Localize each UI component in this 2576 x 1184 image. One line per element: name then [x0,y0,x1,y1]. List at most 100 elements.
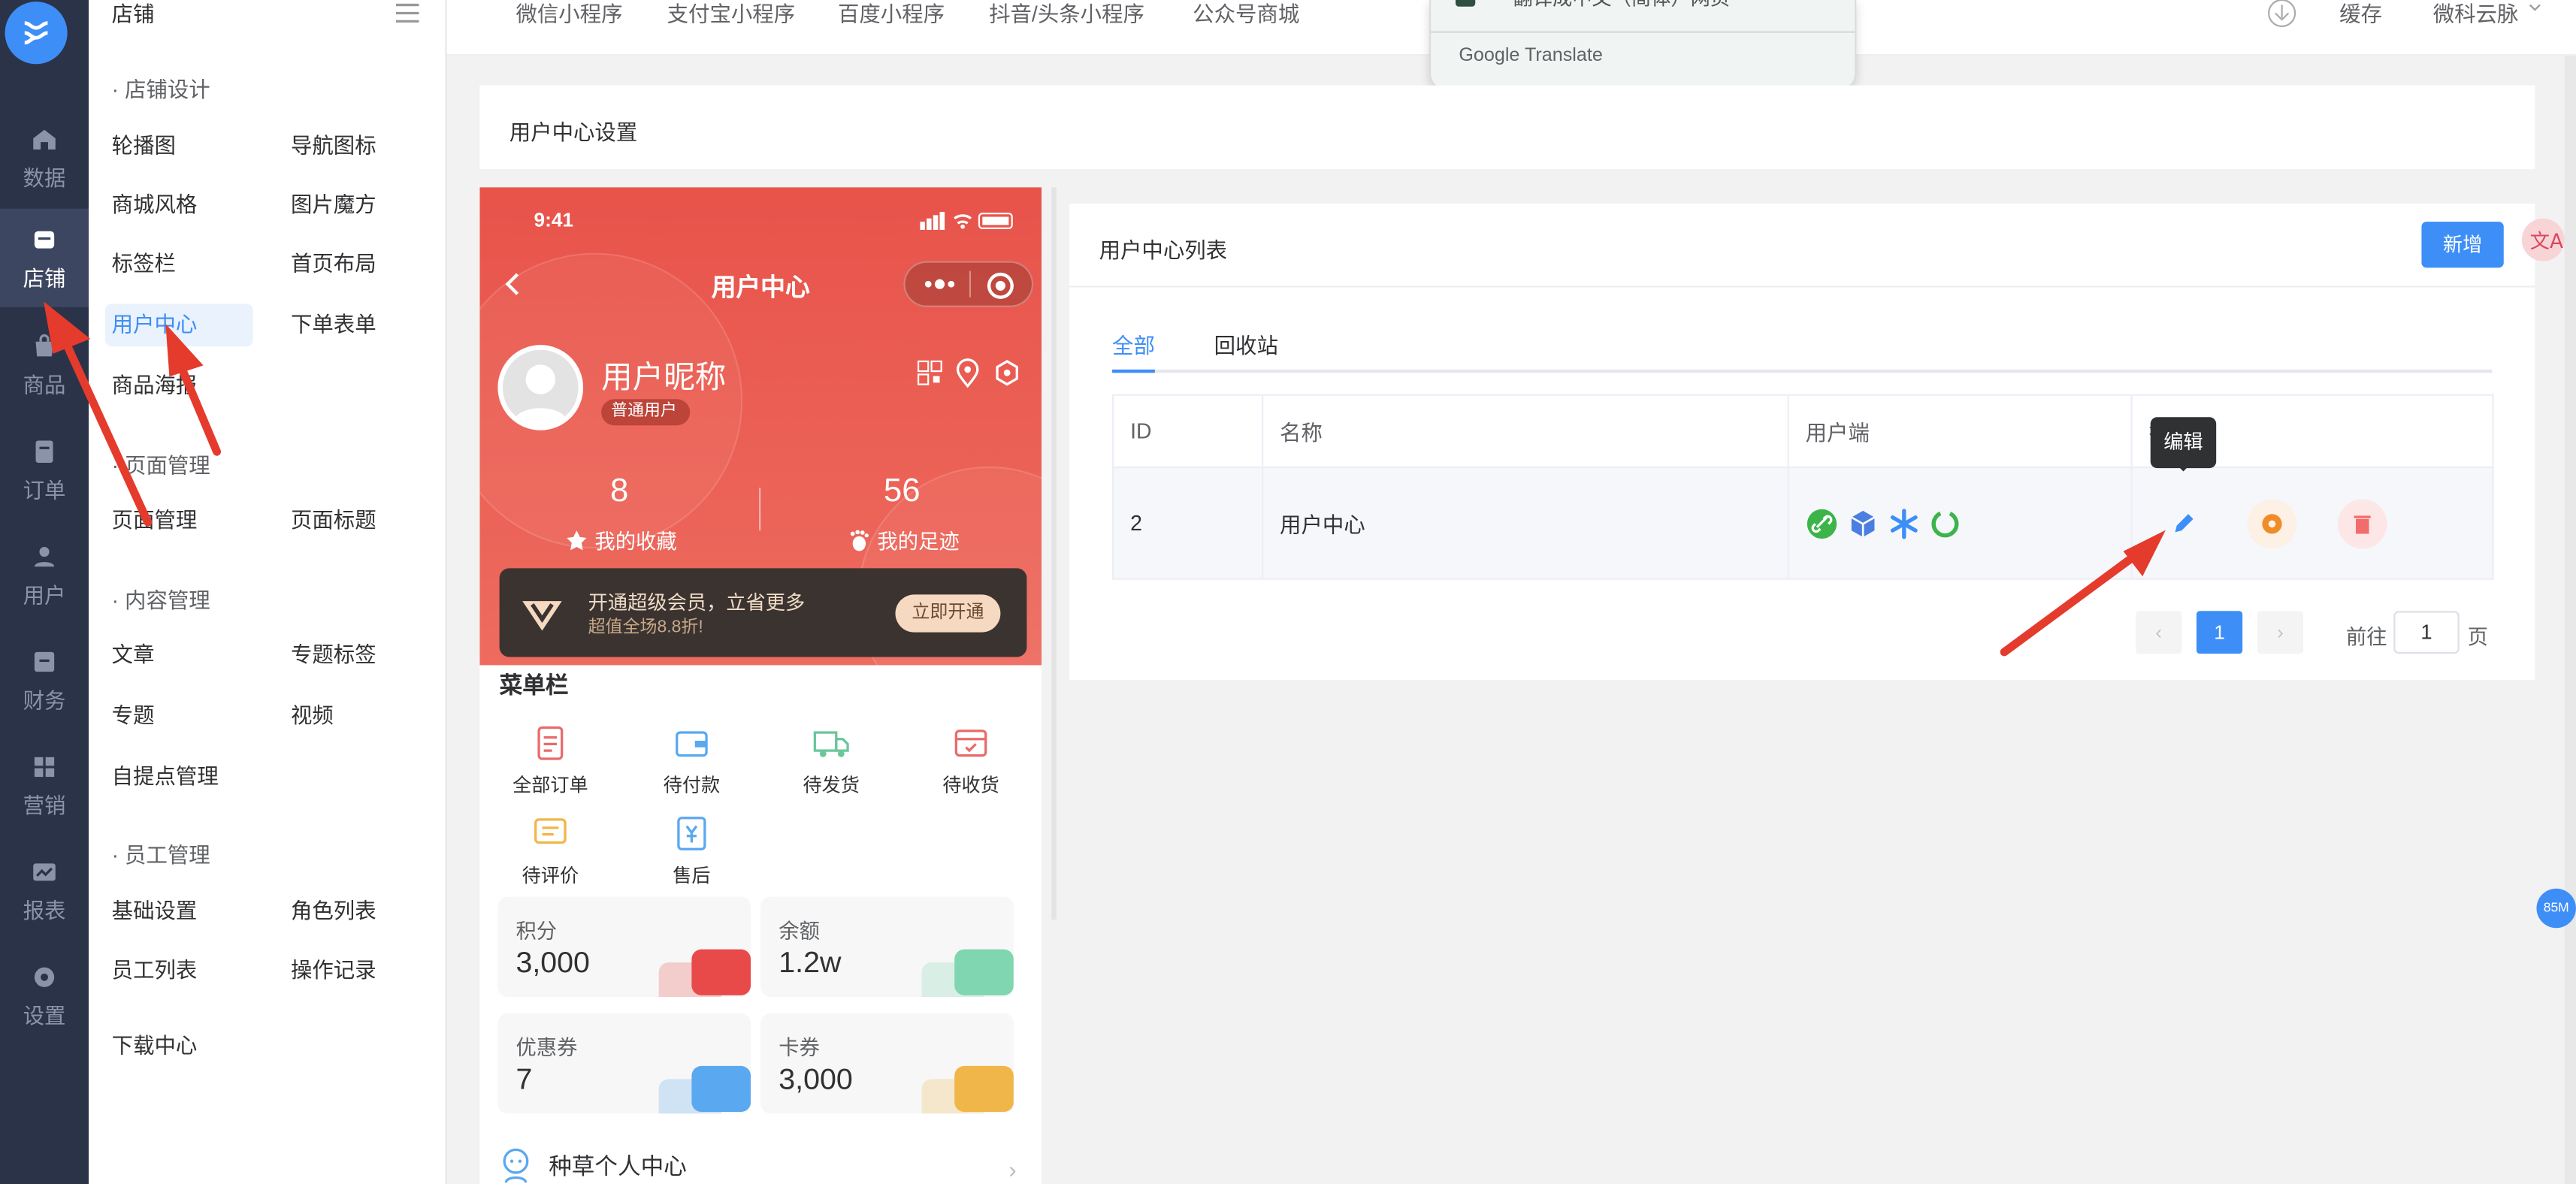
scrollbar[interactable] [2564,56,2576,1184]
edit-button[interactable] [2159,499,2209,548]
panel-resizer[interactable] [1051,187,1057,920]
menu-item-label: 待发货 [803,777,860,797]
marketing-icon [34,756,55,776]
menu-link-user-center[interactable]: 用户中心 [104,304,253,347]
checkbox-icon[interactable] [1455,0,1476,7]
delete-button[interactable] [2338,498,2388,548]
rail-item-marketing[interactable]: 营销 [0,735,89,834]
menu-link-magic[interactable]: 图片魔方 [284,184,382,227]
menu-item-after-sale[interactable]: 售后 [621,813,762,889]
app-logo[interactable] [5,2,68,65]
menu-link-order-form[interactable]: 下单表单 [284,304,382,346]
footprint-link[interactable]: 我的足迹 [848,524,960,555]
add-button[interactable]: 新增 [2421,222,2504,268]
topnav-tab-alipay[interactable]: 支付宝小程序 [667,0,796,28]
topnav-tab-douyin[interactable]: 抖音/头条小程序 [989,0,1144,28]
gear-icon [2261,513,2281,533]
more-dots-icon[interactable] [921,276,957,292]
tab-recycle-bin[interactable]: 回收站 [1214,328,1278,373]
asset-card-coupons[interactable]: 优惠券 7 [497,1013,751,1114]
asset-card-label: 卡券 [779,1036,820,1060]
vip-subline: 超值全场8.8折! [588,618,703,638]
topnav-tab-official[interactable]: 公众号商城 [1193,0,1299,28]
menu-item-pending-receive[interactable]: 待收货 [900,723,1042,799]
vip-open-button[interactable]: 立即开通 [895,594,1001,633]
status-icons [920,212,1013,231]
favorites-link[interactable]: 我的收藏 [565,524,677,555]
menu-item-pending-review[interactable]: 待评价 [479,813,621,889]
avatar[interactable] [497,345,584,430]
menu-item-all-orders[interactable]: 全部订单 [479,723,621,799]
rail-item-data[interactable]: 数据 [0,108,89,207]
comment-icon [534,818,567,844]
translate-icon[interactable]: 文A [2521,218,2565,261]
rail-item-settings[interactable]: 设置 [0,946,89,1044]
cache-button[interactable]: 缓存 [2339,0,2382,28]
menu-item-pending-pay[interactable]: 待付款 [621,723,762,799]
menu-link-poster[interactable]: 商品海报 [105,364,204,407]
menu-link-topic[interactable]: 专题 [105,695,161,738]
menu-collapse-icon[interactable] [395,0,421,26]
settings-button[interactable] [2246,498,2296,548]
menu-link-style[interactable]: 商城风格 [105,184,204,227]
asset-card-points[interactable]: 积分 3,000 [497,896,751,998]
wechat-link-icon [1807,508,1837,538]
menu-link-page-title[interactable]: 页面标题 [284,500,382,542]
page-header: 用户中心设置 [479,85,2535,170]
rail-item-users[interactable]: 用户 [0,526,89,624]
menu-item-pending-ship[interactable]: 待发货 [760,723,902,799]
clipboard-icon [537,726,564,760]
tab-all[interactable]: 全部 [1112,328,1155,373]
user-center-table: ID 名称 用户端 操作 2 用户中心 [1112,394,2494,580]
rail-item-label: 订单 [23,477,66,502]
vip-crown-icon [522,601,562,631]
vip-banner[interactable]: 开通超级会员，立省更多 超值全场8.8折! 立即开通 [499,568,1027,657]
menu-link-op-log[interactable]: 操作记录 [284,950,382,992]
asset-card-value: 7 [516,1062,533,1096]
mini-program-capsule[interactable] [903,261,1034,307]
ticket-icon [954,1065,1014,1113]
rail-item-reports[interactable]: 报表 [0,841,89,939]
topnav-tab-baidu[interactable]: 百度小程序 [838,0,945,28]
menu-link-home-layout[interactable]: 首页布局 [284,243,382,286]
menu-link-carousel[interactable]: 轮播图 [105,125,183,168]
chevron-down-icon[interactable] [2526,0,2543,17]
rail-item-label: 商品 [23,372,66,397]
grow-center-link[interactable]: 种草个人中心 [500,1148,687,1184]
box-check-icon [954,729,987,757]
goto-page-input[interactable]: 1 [2393,611,2460,654]
prev-page-button[interactable]: ‹ [2136,611,2182,654]
menu-link-roles[interactable]: 角色列表 [284,890,382,933]
rail-item-goods[interactable]: 商品 [0,316,89,414]
account-name[interactable]: 微科云脉 [2433,0,2519,28]
asset-card-cards[interactable]: 卡券 3,000 [760,1013,1014,1114]
page-suffix-label: 页 [2467,625,2489,649]
header-action-icons[interactable] [917,358,1022,391]
favorites-label: 我的收藏 [594,530,677,554]
rail-item-store[interactable]: 店铺 [0,208,89,307]
menu-item-label: 待收货 [942,777,999,797]
vip-headline: 开通超级会员，立省更多 [588,591,806,615]
menu-link-nav-icon[interactable]: 导航图标 [284,125,382,168]
menu-link-pickup[interactable]: 自提点管理 [105,756,225,799]
translate-option[interactable]: 翻译成中文（简体）网页 [1513,0,1730,11]
menu-link-staff-list[interactable]: 员工列表 [105,950,204,992]
menu-link-page-manage[interactable]: 页面管理 [105,500,204,542]
bag-icon [35,333,53,356]
close-target-icon[interactable] [986,271,1015,301]
memory-badge[interactable]: 85M [2536,888,2576,929]
menu-link-tabbar[interactable]: 标签栏 [105,243,183,286]
menu-link-article[interactable]: 文章 [105,634,161,677]
rail-item-orders[interactable]: 订单 [0,421,89,519]
next-page-button[interactable]: › [2257,611,2304,654]
menu-link-basic[interactable]: 基础设置 [105,890,204,933]
topnav-tab-wechat[interactable]: 微信小程序 [516,0,622,28]
menu-link-download[interactable]: 下载中心 [105,1025,204,1068]
menu-link-video[interactable]: 视频 [284,695,340,738]
menu-link-topic-tag[interactable]: 专题标签 [284,634,382,677]
pencil-icon [2175,513,2194,532]
rail-item-finance[interactable]: 财务 [0,631,89,729]
asset-card-balance[interactable]: 余额 1.2w [760,896,1014,998]
download-icon[interactable] [2267,0,2296,28]
page-number-button[interactable]: 1 [2196,611,2243,654]
